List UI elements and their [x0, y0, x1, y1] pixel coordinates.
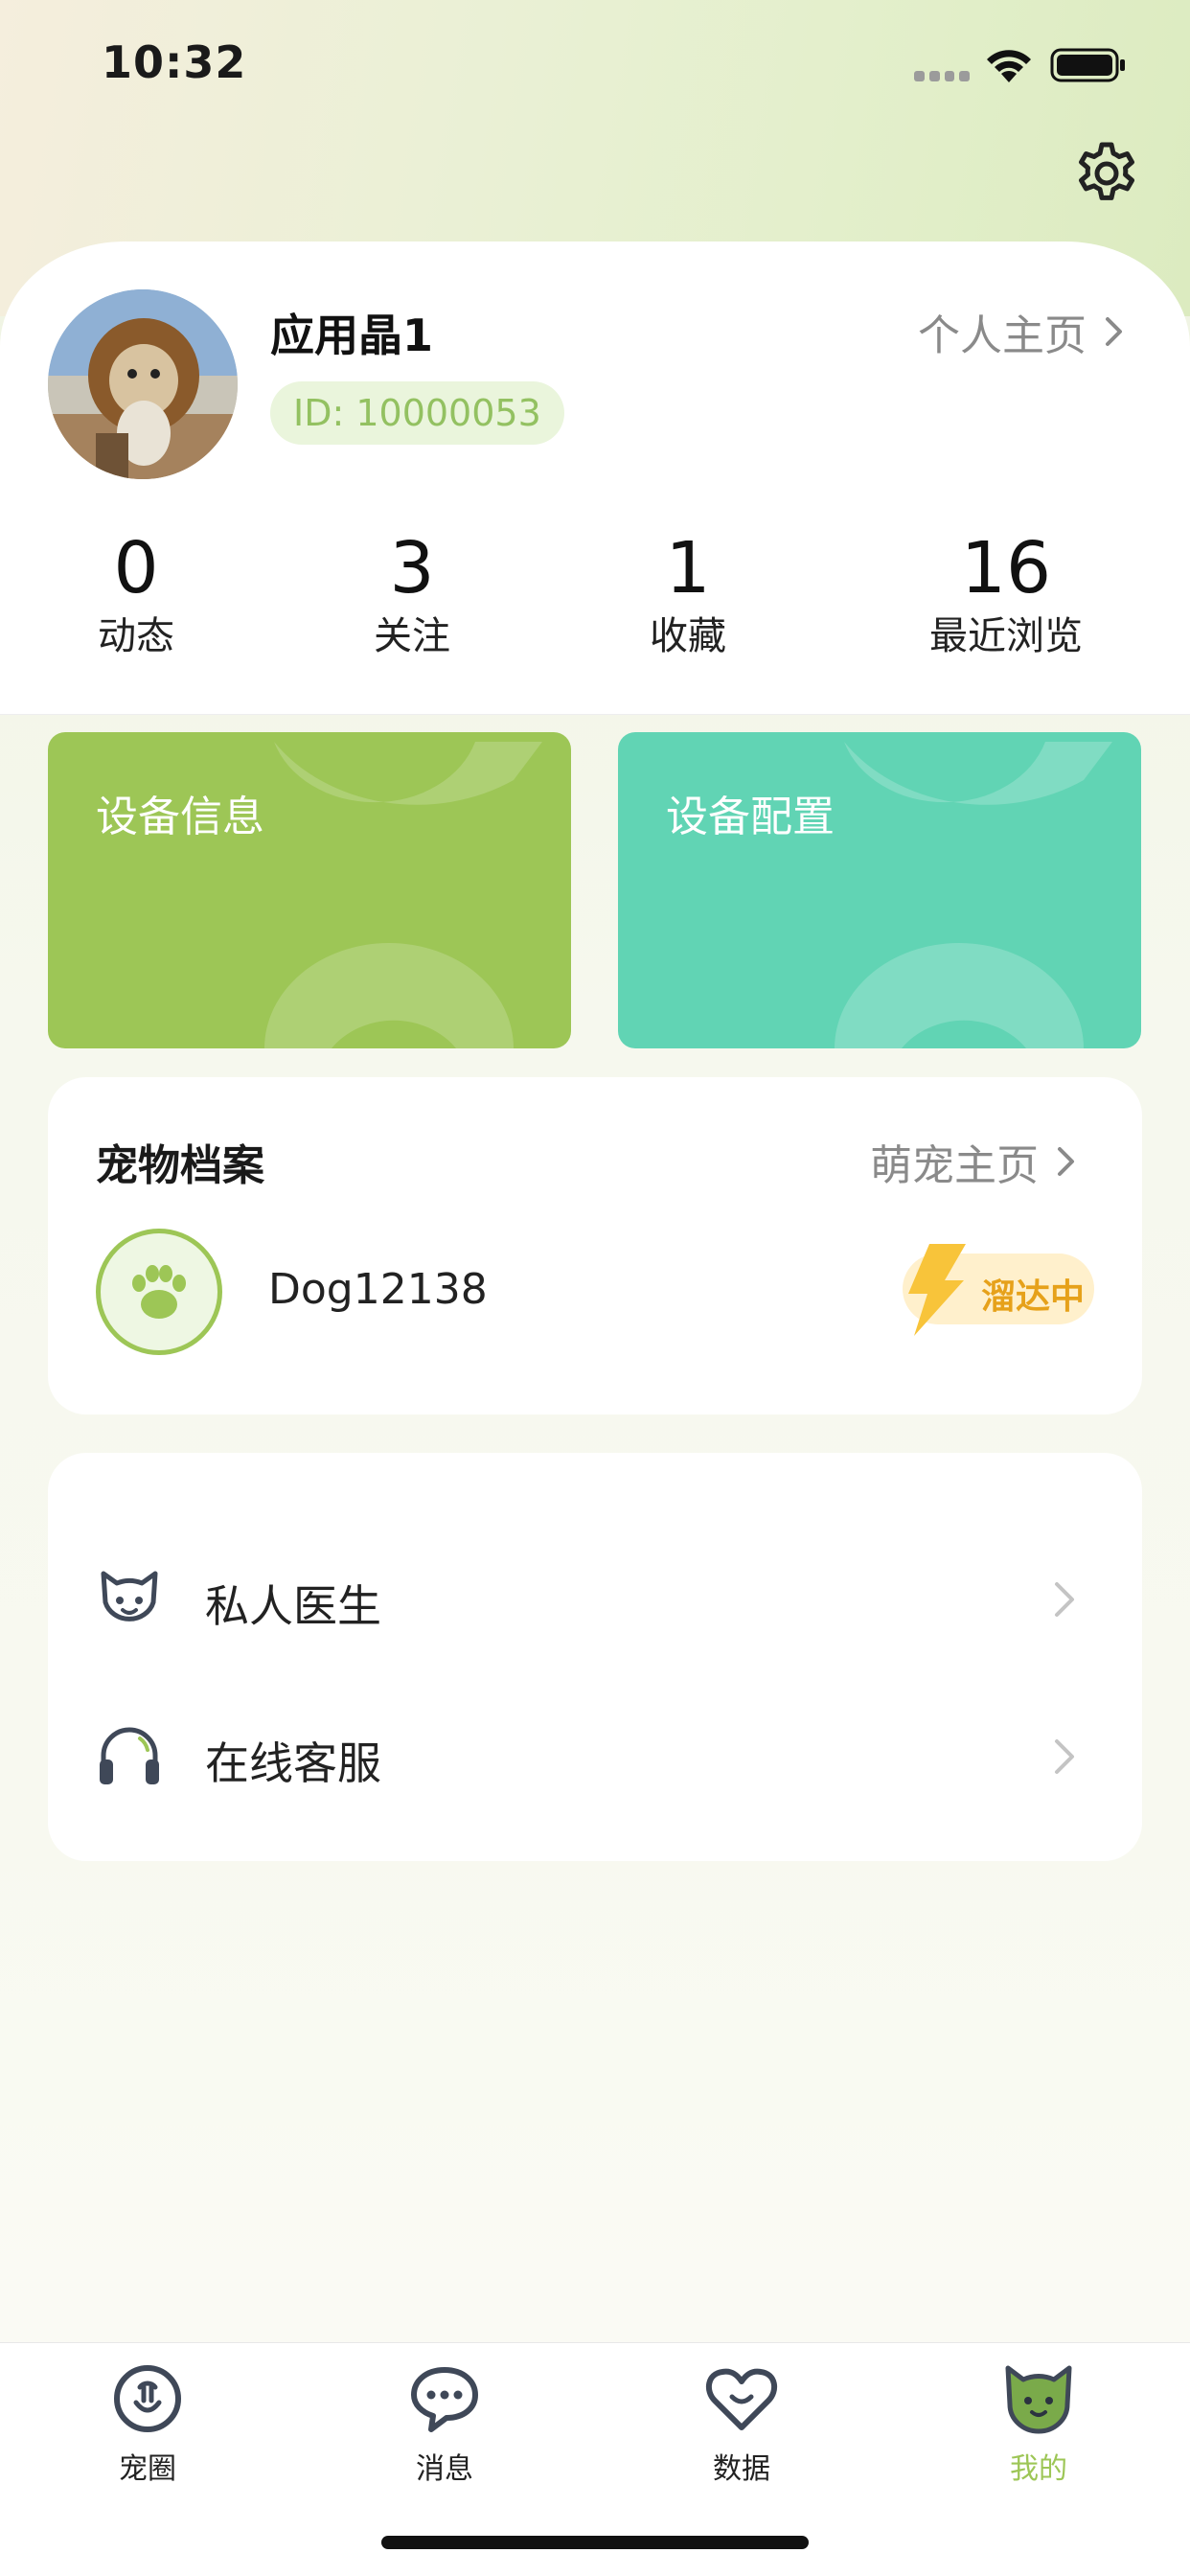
device-config-tile[interactable]: 设备配置 [618, 732, 1141, 1048]
pet-status-label: 溜达中 [981, 1277, 1086, 1317]
pet-profile-title: 宠物档案 [96, 1141, 264, 1190]
wifi-icon [987, 50, 1031, 82]
pet-profile-card: 宠物档案 萌宠主页 Dog12138 溜达中 [48, 1077, 1142, 1414]
pet-homepage-label: 萌宠主页 [870, 1141, 1039, 1190]
device-info-tile[interactable]: 设备信息 [48, 732, 571, 1048]
menu-item-online-support[interactable]: 在线客服 [48, 1685, 1142, 1819]
stat-value: 3 [389, 527, 435, 610]
personal-homepage-label: 个人主页 [918, 311, 1087, 360]
chevron-right-icon [1058, 1147, 1074, 1176]
device-config-label: 设备配置 [666, 793, 835, 841]
service-menu-card: 私人医生 在线客服 [48, 1453, 1142, 1861]
stat-label: 收藏 [650, 614, 726, 658]
tab-label: 数据 [713, 2452, 770, 2486]
stat-following[interactable]: 3 关注 [335, 525, 489, 661]
pet-homepage-link[interactable]: 萌宠主页 [870, 1131, 1077, 1192]
stat-label: 动态 [98, 614, 174, 658]
tab-label: 消息 [416, 2452, 473, 2486]
stat-value: 0 [113, 527, 159, 610]
personal-homepage-link[interactable]: 个人主页 [918, 301, 1125, 362]
lightning-icon [908, 1244, 966, 1336]
stats-row: 0 动态 3 关注 1 收藏 16 最近浏览 [0, 525, 1190, 669]
home-indicator [381, 2536, 809, 2549]
stat-label: 最近浏览 [929, 614, 1083, 658]
status-time: 10:32 [102, 36, 247, 88]
stat-posts[interactable]: 0 动态 [59, 525, 213, 661]
chevron-right-icon [1106, 317, 1122, 346]
cellular-signal-icon [914, 71, 970, 82]
avatar-image [48, 289, 238, 479]
tile-decoration [835, 742, 1112, 1048]
cat-face-icon [101, 1571, 158, 1622]
user-name: 应用晶1 [270, 310, 434, 361]
cat-face-filled-icon [1005, 2365, 1072, 2434]
pet-circle-icon [114, 2365, 181, 2432]
stat-value: 16 [960, 527, 1052, 610]
profile-card: 应用晶1 ID: 10000053 个人主页 0 动态 3 关注 1 收藏 16… [0, 242, 1190, 715]
gear-icon[interactable] [1073, 140, 1140, 207]
chevron-right-icon [1055, 1739, 1074, 1774]
stat-value: 1 [665, 527, 711, 610]
tab-label: 我的 [1010, 2452, 1067, 2486]
menu-item-private-doctor[interactable]: 私人医生 [48, 1528, 1142, 1662]
user-id-badge: ID: 10000053 [270, 381, 564, 445]
pet-name: Dog12138 [268, 1265, 488, 1314]
message-bubble-icon [411, 2367, 478, 2432]
pet-avatar[interactable] [96, 1229, 222, 1355]
battery-icon [1050, 48, 1125, 82]
tab-label: 宠圈 [119, 2452, 176, 2486]
paw-icon [132, 1265, 186, 1319]
stat-recent-views[interactable]: 16 最近浏览 [891, 525, 1121, 661]
heart-icon [705, 2368, 778, 2430]
stat-label: 关注 [374, 614, 450, 658]
tab-data[interactable]: 数据 [655, 2362, 828, 2506]
menu-label: 私人医生 [205, 1580, 381, 1632]
tab-messages[interactable]: 消息 [358, 2362, 531, 2506]
avatar[interactable] [48, 289, 238, 479]
menu-label: 在线客服 [205, 1737, 381, 1789]
device-info-label: 设备信息 [96, 793, 264, 841]
headphones-icon [100, 1727, 159, 1784]
tab-pet-circle[interactable]: 宠圈 [61, 2362, 234, 2506]
chevron-right-icon [1055, 1582, 1074, 1617]
tab-mine[interactable]: 我的 [952, 2362, 1125, 2506]
status-bar: 10:32 [0, 0, 1190, 130]
stat-favorites[interactable]: 1 收藏 [611, 525, 765, 661]
tile-decoration [264, 742, 542, 1048]
